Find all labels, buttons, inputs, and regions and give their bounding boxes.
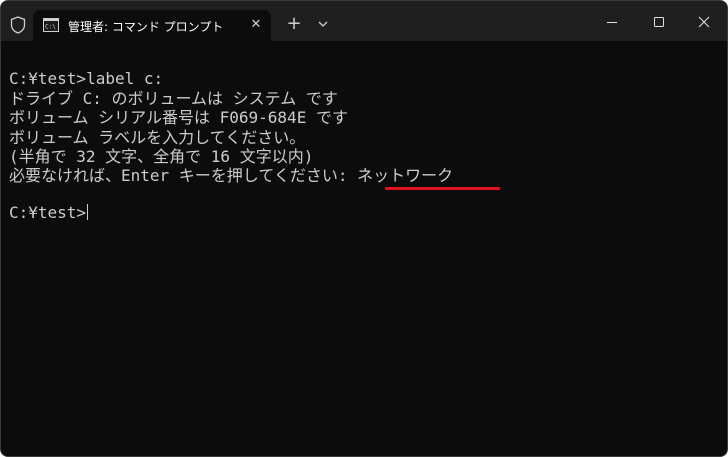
close-window-button[interactable] [681,7,727,37]
svg-text:C:\: C:\ [45,24,56,31]
maximize-button[interactable] [636,7,682,37]
terminal-line-length-note: (半角で 32 文字、全角で 16 文字以内) [9,147,314,166]
terminal-line-serial: ボリューム シリアル番号は F069-684E です [9,108,348,127]
cmd-icon: C:\ [43,18,59,32]
terminal-line-prompt[interactable]: C:¥test> [9,203,89,223]
title-bar[interactable]: C:\ 管理者: コマンド プロンプト ✕ + [1,1,727,42]
terminal-line-drive-info: ドライブ C: のボリュームは システム です [9,89,338,108]
text-cursor [87,204,89,220]
minimize-button[interactable] [589,7,635,37]
close-tab-icon[interactable]: ✕ [246,15,266,35]
prompt-text: C:¥test> [9,203,87,222]
highlight-underline [385,187,500,190]
terminal-output[interactable]: C:¥test>label c: ドライブ C: のボリュームは システム です… [1,41,727,456]
new-tab-button[interactable]: + [283,13,305,35]
tab-title: 管理者: コマンド プロンプト [68,20,224,34]
terminal-line-command: C:¥test>label c: [9,69,164,88]
tab-command-prompt[interactable]: C:\ 管理者: コマンド プロンプト ✕ [33,10,271,42]
terminal-window: C:\ 管理者: コマンド プロンプト ✕ + C:¥test>label c:… [0,0,728,457]
terminal-line-enter-prompt: 必要なければ、Enter キーを押してください: ネットワーク [9,166,454,185]
terminal-line-label-prompt: ボリューム ラベルを入力してください。 [9,128,306,147]
shield-icon [10,16,26,34]
chevron-down-icon[interactable] [313,13,333,35]
